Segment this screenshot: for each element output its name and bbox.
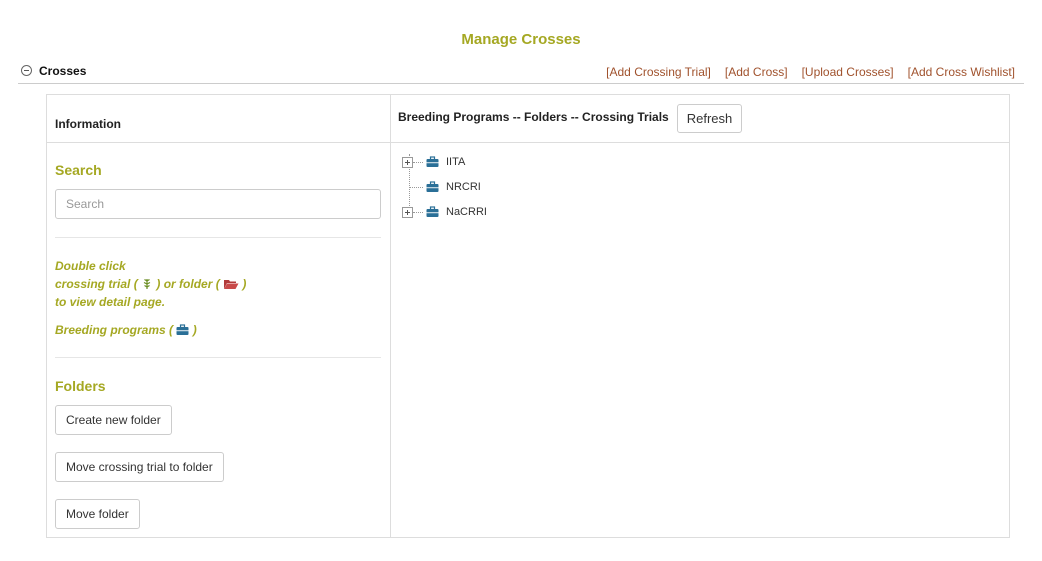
hint-line-2: crossing trial ( ) or folder ( ) (55, 275, 246, 293)
hint-text-part: ) (192, 323, 197, 337)
folders-heading: Folders (55, 378, 106, 394)
expand-icon[interactable] (402, 207, 413, 218)
refresh-button[interactable]: Refresh (677, 104, 742, 133)
move-folder-button[interactable]: Move folder (55, 499, 140, 529)
tree-node-label[interactable]: NaCRRI (446, 206, 487, 218)
tree-header: Breeding Programs -- Folders -- Crossing… (398, 110, 669, 124)
crosses-section-header: Crosses [Add Crossing Trial] [Add Cross]… (18, 63, 1024, 84)
hint-text-part: crossing trial ( (55, 277, 138, 291)
tree-connector (409, 187, 423, 188)
create-folder-button[interactable]: Create new folder (55, 405, 172, 435)
tree-connector (413, 212, 423, 213)
add-cross-link[interactable]: [Add Cross] (725, 65, 788, 79)
divider (55, 237, 381, 238)
section-title[interactable]: Crosses (39, 64, 86, 78)
hint-text-part: Breeding programs ( (55, 323, 174, 337)
header-links: [Add Crossing Trial] [Add Cross] [Upload… (606, 65, 1015, 79)
folder-open-icon (224, 280, 239, 289)
search-heading: Search (55, 162, 102, 178)
add-crossing-trial-link[interactable]: [Add Crossing Trial] (606, 65, 711, 79)
divider (55, 357, 381, 358)
hint-line-1: Double click (55, 259, 126, 273)
upload-crosses-link[interactable]: [Upload Crosses] (802, 65, 894, 79)
breeding-program-icon (426, 206, 439, 217)
breeding-program-icon (426, 181, 439, 192)
hint-text-part: ) (242, 277, 247, 291)
information-header: Information (55, 117, 121, 131)
hint-text: Double click crossing trial ( ) or folde… (55, 257, 246, 339)
breeding-program-icon (426, 156, 439, 167)
page-title: Manage Crosses (461, 31, 581, 48)
tree-node-label[interactable]: IITA (446, 156, 465, 168)
hint-text-part: ) or folder ( (156, 277, 220, 291)
add-cross-wishlist-link[interactable]: [Add Cross Wishlist] (908, 65, 1015, 79)
hint-line-3: to view detail page. (55, 295, 166, 309)
tree-node-label[interactable]: NRCRI (446, 181, 481, 193)
breeding-program-icon (176, 324, 189, 335)
tree-connector (413, 162, 423, 163)
column-divider (390, 95, 391, 537)
main-table: Information Breeding Programs -- Folders… (46, 94, 1010, 538)
collapse-icon[interactable] (21, 65, 32, 76)
hint-line-4: Breeding programs ( ) (55, 321, 246, 339)
crossing-trial-icon (143, 278, 151, 289)
move-trial-to-folder-button[interactable]: Move crossing trial to folder (55, 452, 224, 482)
expand-icon[interactable] (402, 157, 413, 168)
header-divider (47, 142, 1009, 143)
search-input[interactable] (55, 189, 381, 219)
